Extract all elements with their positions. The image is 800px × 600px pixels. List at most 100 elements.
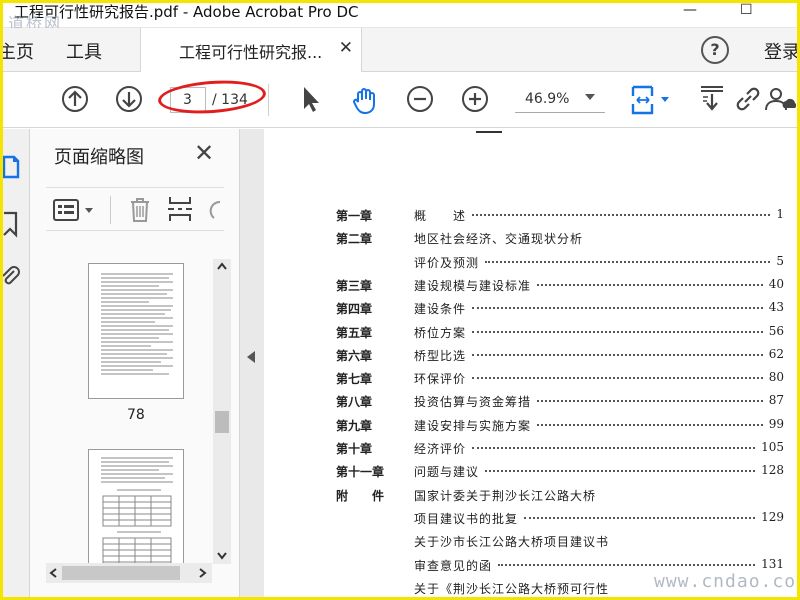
page-thumbnail[interactable] — [88, 263, 184, 399]
close-panel-icon[interactable]: ✕ — [194, 139, 214, 167]
toc-title: 概 述 — [414, 209, 467, 223]
toc-chapter: 第八章 — [336, 395, 373, 410]
toc-row[interactable]: 第九章 建设安排与实施方案 99 — [336, 417, 784, 439]
toc-title: 环保评价 — [414, 372, 467, 387]
toc-row[interactable]: 第一章 概 述 1 — [336, 207, 784, 229]
toc-page-number: 40 — [768, 276, 784, 291]
chevron-down-icon — [585, 94, 595, 100]
previous-page-icon[interactable] — [60, 84, 90, 114]
toc-row[interactable]: 第五章 桥位方案 56 — [336, 324, 784, 346]
scroll-left-icon[interactable] — [48, 567, 58, 579]
toc-title: 关于《荆沙长江公路大桥预可行性 — [414, 581, 610, 596]
panel-title: 页面缩略图 — [54, 147, 144, 168]
navigation-pane-strip — [0, 129, 30, 600]
toc-title: 地区社会经济、交通现状分析 — [414, 232, 584, 247]
zoom-level-select[interactable]: 46.9% — [515, 87, 605, 113]
toc-row[interactable]: 第十一章 问题与建议 128 — [336, 463, 784, 485]
toc-title: 国家计委关于荆沙长江公路大桥 — [414, 488, 597, 503]
toc-chapter: 第十章 — [336, 442, 373, 456]
select-cursor-icon[interactable] — [298, 84, 324, 114]
toc-chapter: 第十一章 — [336, 465, 385, 480]
tab-home[interactable]: 主页 — [0, 38, 34, 64]
scroll-up-icon[interactable] — [216, 261, 228, 271]
toc-dot-leader — [472, 447, 755, 449]
rotate-icon[interactable] — [204, 196, 224, 224]
window-titlebar: 工程可行性研究报告.pdf - Adobe Acrobat Pro DC 道桥网… — [0, 0, 800, 33]
scroll-right-icon[interactable] — [198, 567, 208, 579]
toc-title: 审查意见的函 — [414, 558, 493, 573]
toc-row[interactable]: 附 件 国家计委关于荆沙长江公路大桥 — [336, 487, 784, 509]
link-icon[interactable] — [733, 84, 763, 114]
toc-dot-leader — [472, 353, 763, 356]
toc-row[interactable]: 第三章 建设规模与建设标准 40 — [336, 277, 784, 299]
toc-title: 问题与建议 — [414, 465, 480, 480]
toc-row[interactable]: 项目建议书的批复 129 — [336, 510, 784, 532]
toc-row[interactable]: 第二章 地区社会经济、交通现状分析 — [336, 230, 784, 252]
toc-row[interactable]: 第四章 建设条件 43 — [336, 300, 784, 322]
toc-title: 经济评价 — [414, 442, 467, 456]
toc-row[interactable]: 第七章 环保评价 80 — [336, 370, 784, 392]
collapse-panel-icon[interactable] — [247, 351, 255, 363]
tab-document[interactable]: 工程可行性研究报... ✕ — [140, 28, 362, 73]
toc-title: 桥位方案 — [414, 325, 467, 340]
tab-document-label: 工程可行性研究报... — [179, 43, 323, 62]
horizontal-scroll-thumb[interactable] — [62, 566, 180, 580]
toc-chapter: 第四章 — [336, 302, 373, 317]
toc-row[interactable]: 第八章 投资估算与资金筹措 87 — [336, 393, 784, 415]
toc-chapter: 第七章 — [336, 372, 373, 387]
toc-chapter: 附 件 — [336, 488, 385, 503]
maximize-button[interactable]: ☐ — [740, 2, 753, 18]
toc-page-number: 80 — [768, 370, 784, 385]
help-icon[interactable]: ? — [701, 36, 729, 64]
thumbnail-table-content — [101, 457, 173, 569]
page-thumbnails-panel: 页面缩略图 ✕ 78 — [30, 129, 240, 600]
toc-row[interactable]: 评价及预测 5 — [336, 254, 784, 276]
toc-chapter: 第一章 — [336, 209, 373, 223]
scroll-mode-icon[interactable] — [698, 84, 726, 114]
toc-dot-leader — [537, 423, 763, 426]
attachments-icon[interactable] — [0, 263, 22, 293]
trash-icon[interactable] — [126, 196, 154, 224]
zoom-out-icon[interactable] — [405, 84, 435, 114]
toc-page-number: 43 — [768, 300, 784, 315]
toc-title: 桥型比选 — [414, 348, 467, 363]
document-page[interactable]: 第一章 概 述 1 第二章 地区社会经济、交通现状分析 评价及预测 5 第三章 建设规模与建设标… — [264, 129, 800, 600]
hand-tool-icon[interactable] — [350, 84, 382, 116]
toc-chapter: 第二章 — [336, 232, 373, 247]
main-toolbar: 3 / 134 46.9% — [0, 72, 800, 128]
toc-dot-leader — [485, 470, 755, 473]
thumbnail-options-icon[interactable] — [52, 198, 98, 222]
page-display-icon[interactable] — [630, 84, 674, 116]
page-thumbnails-icon[interactable] — [0, 151, 22, 181]
toc-row[interactable]: 关于沙市长江公路大桥项目建议书 — [336, 533, 784, 555]
toc-title: 评价及预测 — [414, 255, 480, 270]
toc-dot-leader — [537, 400, 763, 403]
toc-row[interactable]: 第十章 经济评价 105 — [336, 440, 784, 462]
close-tab-icon[interactable]: ✕ — [339, 38, 353, 58]
bookmarks-icon[interactable] — [0, 209, 22, 239]
toc-dot-leader — [524, 516, 755, 519]
toc-page-number: 87 — [768, 393, 784, 408]
thumbnails-vertical-scrollbar[interactable] — [213, 259, 231, 564]
zoom-in-icon[interactable] — [460, 84, 490, 114]
toc-page-number: 128 — [761, 463, 784, 478]
toc-page-number: 129 — [761, 509, 784, 524]
toc-title: 建设条件 — [414, 302, 467, 317]
panel-splitter[interactable] — [240, 129, 264, 600]
toc-dot-leader — [472, 214, 770, 216]
login-button[interactable]: 登录 — [764, 38, 800, 64]
thumbnails-horizontal-scrollbar[interactable] — [46, 563, 212, 583]
vertical-scroll-thumb[interactable] — [215, 411, 229, 433]
share-cloud-icon[interactable] — [762, 84, 796, 114]
tab-tools[interactable]: 工具 — [66, 38, 102, 64]
next-page-icon[interactable] — [114, 84, 144, 114]
toc-title: 关于沙市长江公路大桥项目建议书 — [414, 535, 610, 550]
insert-page-icon[interactable] — [166, 194, 194, 224]
minimize-button[interactable]: — — [683, 2, 697, 18]
toc-row[interactable]: 第六章 桥型比选 62 — [336, 347, 784, 369]
scroll-down-icon[interactable] — [216, 551, 228, 561]
page-thumbnail[interactable] — [88, 449, 184, 569]
toc-page-number: 105 — [761, 440, 784, 454]
toc-title: 投资估算与资金筹措 — [414, 395, 532, 410]
toc-dot-leader — [472, 307, 763, 310]
